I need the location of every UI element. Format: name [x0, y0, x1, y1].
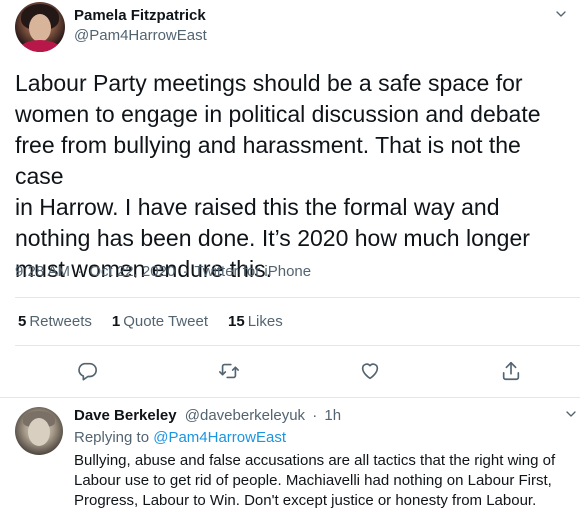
reply-tweet[interactable]: Dave Berkeley @daveberkeleyuk · 1h Reply…: [0, 398, 580, 518]
share-icon: [502, 361, 520, 381]
author-name[interactable]: Pamela Fitzpatrick: [74, 7, 206, 24]
replying-to: Replying to @Pam4HarrowEast: [74, 429, 286, 446]
tweet-time[interactable]: 9:28 AM: [15, 263, 70, 280]
retweets-label: Retweets: [29, 313, 92, 330]
avatar[interactable]: [15, 2, 65, 52]
likes-count: 15: [228, 313, 245, 330]
retweet-icon: [219, 363, 239, 379]
likes-label: Likes: [247, 313, 283, 330]
quote-label: Quote Tweet: [123, 313, 208, 330]
tweet-text: Labour Party meetings should be a safe s…: [15, 70, 541, 282]
quote-count: 1: [111, 313, 121, 330]
author-handle[interactable]: @Pam4HarrowEast: [74, 27, 207, 44]
reply-separator: ·: [312, 407, 318, 424]
chevron-down-icon[interactable]: [553, 6, 569, 22]
retweet-button[interactable]: [218, 360, 240, 382]
meta-separator: ·: [182, 263, 188, 280]
reply-author-handle[interactable]: @daveberkeleyuk: [185, 407, 305, 424]
reply-time[interactable]: 1h: [324, 407, 341, 424]
likes-stat[interactable]: 15 Likes: [228, 313, 283, 330]
main-tweet: Pamela Fitzpatrick @Pam4HarrowEast Labou…: [0, 0, 580, 390]
like-button[interactable]: [359, 360, 381, 382]
heart-icon: [361, 363, 379, 380]
tweet-source[interactable]: Twitter for iPhone: [194, 263, 311, 280]
reply-button[interactable]: [76, 360, 98, 382]
tweet-date[interactable]: Oct 22, 2020: [89, 263, 175, 280]
chevron-down-icon[interactable]: [563, 406, 579, 422]
avatar[interactable]: [15, 407, 63, 455]
meta-separator: ·: [77, 263, 83, 280]
retweets-count: 5: [18, 313, 27, 330]
divider: [15, 345, 580, 346]
replying-to-link[interactable]: @Pam4HarrowEast: [153, 429, 286, 446]
reply-icon: [78, 362, 97, 381]
reply-author-name[interactable]: Dave Berkeley: [74, 407, 177, 424]
divider: [15, 297, 580, 298]
retweets-stat[interactable]: 5 Retweets: [18, 313, 92, 330]
reply-text: Bullying, abuse and false accusations ar…: [74, 452, 556, 509]
reply-header: Dave Berkeley @daveberkeleyuk · 1h: [74, 407, 341, 424]
share-button[interactable]: [500, 360, 522, 382]
tweet-meta: 9:28 AM · Oct 22, 2020 · Twitter for iPh…: [15, 263, 311, 280]
quote-tweets-stat[interactable]: 1 Quote Tweet: [112, 313, 208, 330]
tweet-stats: 5 Retweets 1 Quote Tweet 15 Likes: [18, 313, 303, 330]
replying-prefix: Replying to: [74, 429, 150, 446]
